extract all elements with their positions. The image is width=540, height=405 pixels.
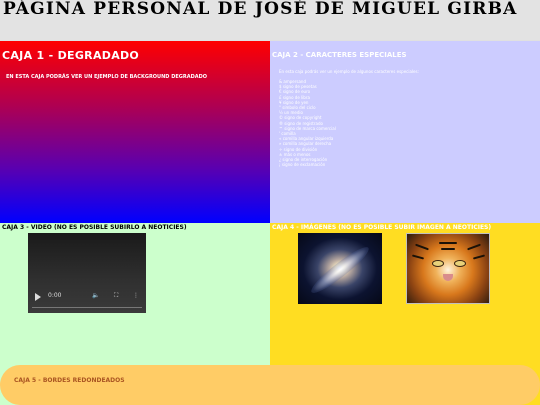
box-gradient: CAJA 1 - DEGRADADO EN ESTA CAJA PODRÁS V… [0,41,270,223]
box1-text: EN ESTA CAJA PODRÁS VER UN EJEMPLO DE BA… [6,74,208,80]
box5-title: CAJA 5 - BORDES REDONDEADOS [14,377,125,384]
more-options-icon[interactable]: ⋮ [133,292,139,299]
video-player[interactable]: 0:00 🔈 ⛶ ⋮ [28,233,146,313]
page-title: PÁGINA PERSONAL DE JOSÉ DE MIGUEL GIRBA [3,0,518,19]
video-time: 0:00 [48,292,62,299]
list-item: ¡ signo de exclamación [279,162,326,168]
box3-title: CAJA 3 - VIDEO (NO ES POSIBLE SUBIRLO A … [2,224,187,231]
box2-intro: En esta caja podrás ver un ejemplo de al… [279,69,419,74]
video-controls: 0:00 🔈 ⛶ ⋮ [28,291,146,305]
box1-title: CAJA 1 - DEGRADADO [2,49,140,62]
galaxy-image [298,233,382,304]
tiger-image [406,233,490,304]
box4-title: CAJA 4 - IMÁGENES (NO ES POSIBLE SUBIR I… [272,224,492,231]
box-special-characters: CAJA 2 - CARACTERES ESPECIALES En esta c… [270,41,540,223]
volume-icon[interactable]: 🔈 [92,292,99,299]
special-characters-list: & ampersand $ signo de pesetas € signo d… [279,79,336,167]
video-progress-bar[interactable] [32,307,142,308]
page-header: PÁGINA PERSONAL DE JOSÉ DE MIGUEL GIRBA [0,0,540,40]
box-rounded-borders: CAJA 5 - BORDES REDONDEADOS [0,365,540,405]
fullscreen-icon[interactable]: ⛶ [114,292,118,300]
play-icon[interactable] [35,293,41,301]
list-item: » comilla angular derecha [279,141,332,147]
box2-title: CAJA 2 - CARACTERES ESPECIALES [272,51,407,59]
